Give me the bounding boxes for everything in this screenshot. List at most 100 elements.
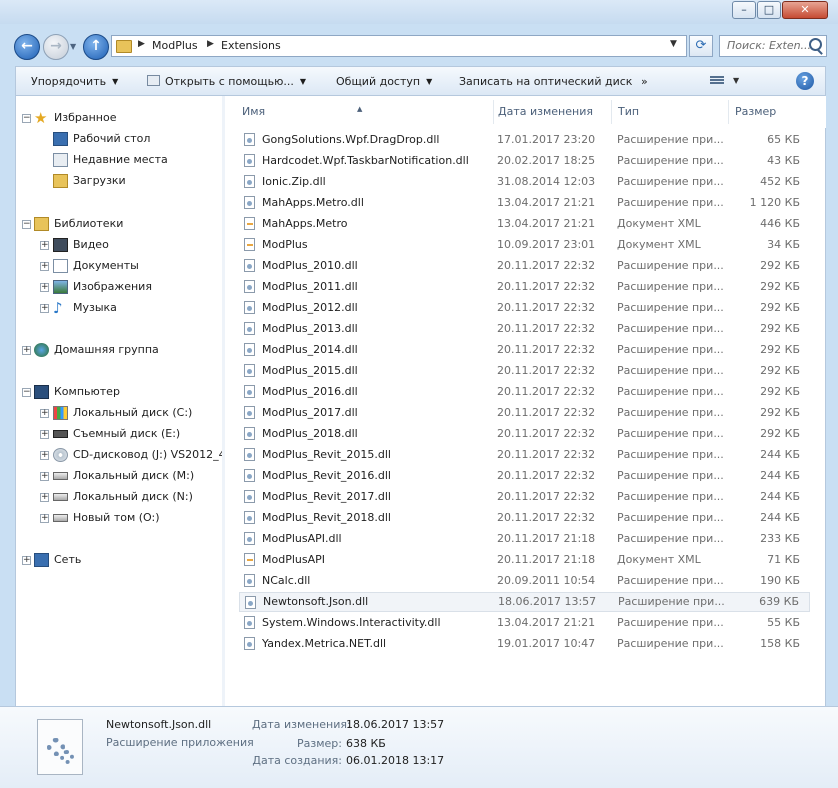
file-type: Расширение при... [617, 385, 724, 398]
more-commands-button[interactable]: » [641, 75, 648, 88]
file-row[interactable]: ModPlus_2017.dll 20.11.2017 22:32 Расширен… [239, 403, 810, 423]
file-row[interactable]: ModPlus_Revit_2015.dll 20.11.2017 22:32 Ра… [239, 445, 810, 465]
breadcrumb-modplus[interactable]: ModPlus [152, 39, 198, 52]
view-details-icon[interactable] [710, 75, 724, 87]
minimize-button[interactable]: – [732, 1, 756, 19]
expand-network-icon[interactable]: + [22, 556, 31, 565]
file-date: 17.01.2017 23:20 [497, 133, 596, 146]
file-date: 13.04.2017 21:21 [497, 616, 596, 629]
details-created-value: 06.01.2018 13:17 [346, 754, 445, 767]
expand-drive-j-icon[interactable]: + [40, 451, 49, 460]
video-icon [53, 238, 68, 252]
file-row[interactable]: GongSolutions.Wpf.DragDrop.dll 17.01.2017… [239, 130, 810, 150]
column-header-type[interactable]: Тип [618, 105, 639, 118]
dll-file-icon [244, 196, 255, 209]
collapse-computer-icon[interactable]: − [22, 388, 31, 397]
expand-music-icon[interactable]: + [40, 304, 49, 313]
expand-pictures-icon[interactable]: + [40, 283, 49, 292]
address-bar[interactable]: ▶ ModPlus ▶ Extensions ▼ [111, 35, 687, 57]
file-row[interactable]: ModPlus_2015.dll 20.11.2017 22:32 Расширен… [239, 361, 810, 381]
file-size: 292 КБ [760, 427, 800, 440]
file-row[interactable]: ModPlus_2010.dll 20.11.2017 22:32 Расширен… [239, 256, 810, 276]
command-toolbar: Упорядочить ▼ Открыть с помощью... ▼ Общий… [15, 66, 826, 96]
expand-drive-o-icon[interactable]: + [40, 514, 49, 523]
file-row[interactable]: ModPlus_2016.dll 20.11.2017 22:32 Расширен… [239, 382, 810, 402]
collapse-favorites-icon[interactable]: − [22, 114, 31, 123]
file-row[interactable]: ModPlus 10.09.2017 23:01 Документ XML 34 КБ [239, 235, 810, 255]
file-row[interactable]: ModPlus_2014.dll 20.11.2017 22:32 Расширен… [239, 340, 810, 360]
breadcrumb-chevron-icon[interactable]: ▶ [207, 39, 214, 49]
file-row[interactable]: ModPlus_2018.dll 20.11.2017 22:32 Расширен… [239, 424, 810, 444]
file-row[interactable]: ModPlus_2013.dll 20.11.2017 22:32 Расширен… [239, 319, 810, 339]
file-row[interactable]: ModPlus_Revit_2016.dll 20.11.2017 22:32 Ра… [239, 466, 810, 486]
file-date: 20.11.2017 22:32 [497, 427, 596, 440]
open-with-icon [147, 75, 160, 86]
window-titlebar: – □ ✕ [0, 0, 838, 24]
dll-file-icon [244, 154, 255, 167]
file-row[interactable]: ModPlus_2012.dll 20.11.2017 22:32 Расширен… [239, 298, 810, 318]
maximize-button[interactable]: □ [757, 1, 781, 19]
file-type: Расширение при... [617, 175, 724, 188]
details-modified-label: Дата изменения: [252, 718, 351, 731]
nav-drive-e-label: Съемный диск (E:) [73, 427, 181, 440]
expand-documents-icon[interactable]: + [40, 262, 49, 271]
dll-file-icon [244, 616, 255, 629]
open-with-button[interactable]: Открыть с помощью... ▼ [165, 75, 306, 88]
view-dropdown-icon[interactable]: ▼ [733, 76, 739, 85]
file-row[interactable]: System.Windows.Interactivity.dll 13.04.20… [239, 613, 810, 633]
search-input[interactable]: Поиск: Exten... [719, 35, 827, 57]
file-row[interactable]: ModPlus_Revit_2018.dll 20.11.2017 22:32 Ра… [239, 508, 810, 528]
help-icon[interactable]: ? [796, 72, 814, 90]
file-name: System.Windows.Interactivity.dll [262, 616, 441, 629]
file-type: Расширение при... [617, 301, 724, 314]
cd-drive-icon [53, 448, 68, 462]
file-row[interactable]: MahApps.Metro 13.04.2017 21:21 Документ XM… [239, 214, 810, 234]
collapse-libraries-icon[interactable]: − [22, 220, 31, 229]
file-date: 20.11.2017 22:32 [497, 469, 596, 482]
recent-places-icon [53, 153, 68, 167]
file-size: 452 КБ [760, 175, 800, 188]
file-row[interactable]: ModPlus_Revit_2017.dll 20.11.2017 22:32 Ра… [239, 487, 810, 507]
organize-button[interactable]: Упорядочить ▼ [31, 75, 118, 88]
file-date: 20.11.2017 22:32 [497, 280, 596, 293]
file-row[interactable]: ModPlusAPI 20.11.2017 21:18 Документ XML 71… [239, 550, 810, 570]
expand-drive-n-icon[interactable]: + [40, 493, 49, 502]
forward-arrow-icon[interactable]: → [43, 34, 69, 60]
file-row[interactable]: ModPlus_2011.dll 20.11.2017 22:32 Расширен… [239, 277, 810, 297]
breadcrumb-chevron-icon[interactable]: ▶ [138, 39, 145, 49]
file-row[interactable]: MahApps.Metro.dll 13.04.2017 21:21 Расшире… [239, 193, 810, 213]
file-row[interactable]: Hardcodet.Wpf.TaskbarNotification.dll 20.… [239, 151, 810, 171]
expand-drive-m-icon[interactable]: + [40, 472, 49, 481]
column-header-date[interactable]: Дата изменения [498, 105, 593, 118]
close-button[interactable]: ✕ [782, 1, 828, 19]
share-button[interactable]: Общий доступ ▼ [336, 75, 432, 88]
history-dropdown-icon[interactable]: ▼ [70, 42, 76, 51]
dll-file-icon [244, 427, 255, 440]
expand-videos-icon[interactable]: + [40, 241, 49, 250]
file-row[interactable]: Yandex.Metrica.NET.dll 19.01.2017 10:47 Ра… [239, 634, 810, 654]
dll-file-icon [244, 490, 255, 503]
sort-ascending-icon: ▲ [357, 105, 363, 113]
burn-button[interactable]: Записать на оптический диск [459, 75, 632, 88]
navigation-pane: − ★ Избранное Рабочий стол Недавние мест… [15, 96, 226, 706]
breadcrumb-extensions[interactable]: Extensions [221, 39, 281, 52]
nav-desktop-label: Рабочий стол [73, 132, 151, 145]
expand-drive-c-icon[interactable]: + [40, 409, 49, 418]
file-date: 20.11.2017 21:18 [497, 532, 596, 545]
file-row[interactable]: Ionic.Zip.dll 31.08.2014 12:03 Расширение … [239, 172, 810, 192]
file-row[interactable]: Newtonsoft.Json.dll 18.06.2017 13:57 Расши… [239, 592, 810, 612]
expand-homegroup-icon[interactable]: + [22, 346, 31, 355]
file-type: Документ XML [617, 217, 701, 230]
xml-file-icon [244, 238, 255, 251]
column-header-name[interactable]: Имя [242, 105, 265, 118]
file-row[interactable]: ModPlusAPI.dll 20.11.2017 21:18 Расширение… [239, 529, 810, 549]
file-type: Расширение при... [617, 469, 724, 482]
up-arrow-icon[interactable]: ↑ [83, 34, 109, 60]
file-row[interactable]: NCalc.dll 20.09.2011 10:54 Расширение при.… [239, 571, 810, 591]
refresh-icon[interactable]: ⟳ [689, 35, 713, 57]
address-dropdown-icon[interactable]: ▼ [670, 39, 677, 49]
expand-drive-e-icon[interactable]: + [40, 430, 49, 439]
back-arrow-icon[interactable]: ← [14, 34, 40, 60]
file-name: ModPlus_2017.dll [262, 406, 358, 419]
column-header-size[interactable]: Размер [735, 105, 776, 118]
